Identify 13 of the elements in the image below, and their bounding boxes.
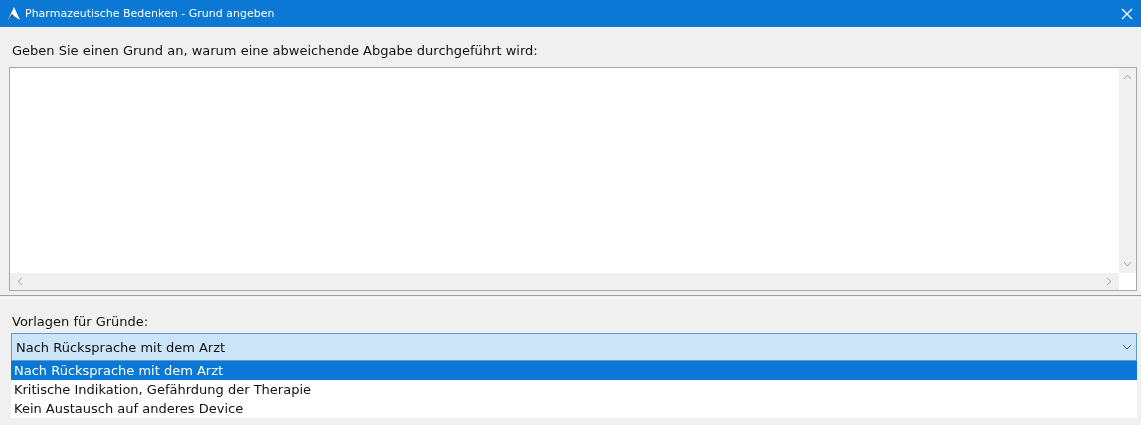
dropdown-option[interactable]: Nach Rücksprache mit dem Arzt	[11, 361, 1137, 380]
window-title: Pharmazeutische Bedenken - Grund angeben	[25, 7, 276, 20]
prompt-text: Geben Sie einen Grund an, warum eine abweichende Abgabe durchgeführt wird:	[12, 43, 539, 60]
vertical-scrollbar[interactable]	[1119, 68, 1136, 273]
templates-dropdown[interactable]: Nach Rücksprache mit dem Arzt	[11, 333, 1137, 361]
horizontal-scrollbar[interactable]	[10, 273, 1119, 290]
dropdown-option[interactable]: Kein Austausch auf anderes Device	[11, 399, 1137, 418]
dropdown-option[interactable]: Kritische Indikation, Gefährdung der Therapie	[11, 380, 1137, 399]
chevron-down-icon[interactable]	[1122, 344, 1132, 350]
close-icon[interactable]	[1121, 7, 1133, 20]
app-icon	[6, 5, 22, 22]
templates-label: Vorlagen für Gründe:	[12, 314, 150, 331]
reason-text-area[interactable]	[9, 67, 1137, 291]
